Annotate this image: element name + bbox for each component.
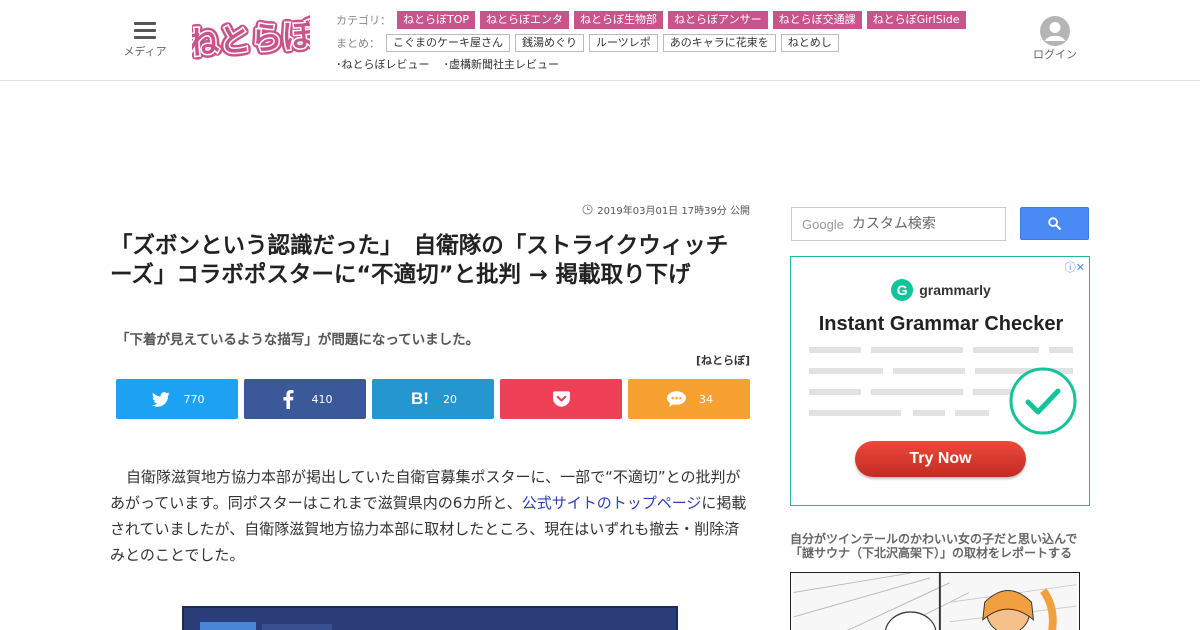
article-poster-image bbox=[182, 606, 678, 630]
review-link-kyoko[interactable]: ･虚構新聞社主レビュー bbox=[444, 56, 560, 72]
article-source: [ねとらぼ] bbox=[695, 354, 750, 367]
article-title: 「ズボンという認識だった」 自衛隊の「ストライクウィッチーズ」コラボポスターに“… bbox=[110, 233, 729, 288]
facebook-share-button[interactable]: 410 bbox=[244, 379, 366, 419]
login-label: ログイン bbox=[1033, 48, 1077, 61]
hatena-bookmark-button[interactable]: B! 20 bbox=[372, 379, 494, 419]
review-nav: ･ねとらぼレビュー ･虚構新聞社主レビュー bbox=[336, 56, 573, 72]
article-subtitle: 「下着が見えているような描写」が問題になっていました。 bbox=[116, 332, 480, 348]
review-link-netorabo[interactable]: ･ねとらぼレビュー bbox=[336, 56, 430, 72]
try-now-button[interactable]: Try Now bbox=[855, 441, 1026, 477]
logo-text: ねとらぼ bbox=[192, 16, 310, 63]
twitter-share-count: 770 bbox=[183, 392, 205, 406]
comment-count: 34 bbox=[699, 392, 713, 406]
twitter-icon bbox=[150, 388, 172, 410]
summary-netomeshi[interactable]: ねとめし bbox=[780, 34, 839, 52]
ad-info-icon[interactable]: ⓘ✕ bbox=[1065, 259, 1085, 275]
hatena-bookmark-icon: B! bbox=[411, 389, 429, 408]
official-site-link[interactable]: 公式サイトのトップページ bbox=[522, 494, 702, 512]
publish-date: 2019年03月01日 17時39分 公開 bbox=[582, 202, 750, 217]
image-detail bbox=[262, 624, 332, 630]
category-girlside[interactable]: ねとらぼGirlSide bbox=[866, 11, 966, 29]
summary-label: まとめ： bbox=[336, 37, 380, 50]
category-enta[interactable]: ねとらぼエンタ bbox=[480, 11, 570, 29]
ad-brand: G grammarly bbox=[791, 279, 1091, 301]
clock-icon bbox=[582, 204, 593, 215]
hatena-bookmark-count: 20 bbox=[443, 392, 457, 406]
search-input[interactable] bbox=[851, 216, 992, 232]
summary-sento[interactable]: 銭湯めぐり bbox=[515, 34, 584, 52]
custom-search-box[interactable]: Google bbox=[791, 207, 1006, 241]
category-seibutsubu[interactable]: ねとらぼ生物部 bbox=[574, 11, 664, 29]
summary-koguma[interactable]: こぐまのケーキ屋さん bbox=[386, 34, 510, 52]
checkmark-icon bbox=[1009, 367, 1077, 435]
grammarly-ad[interactable]: ⓘ✕ G grammarly Instant Grammar Checker T… bbox=[790, 256, 1090, 506]
summary-nav: まとめ： こぐまのケーキ屋さん 銭湯めぐり ルーツレポ あのキャラに花束を ねと… bbox=[336, 33, 844, 53]
login-button[interactable]: ログイン bbox=[1028, 16, 1082, 62]
pocket-save-button[interactable] bbox=[500, 379, 622, 419]
sidebar-article-caption[interactable]: 自分がツインテールのかわいい女の子だと思い込んで「謎サウナ（下北沢高架下）」の取… bbox=[790, 532, 1090, 560]
summary-hanataba[interactable]: あのキャラに花束を bbox=[662, 34, 776, 52]
facebook-share-count: 410 bbox=[311, 392, 333, 406]
hamburger-icon bbox=[134, 22, 156, 39]
summary-roots[interactable]: ルーツレポ bbox=[589, 34, 658, 52]
image-detail bbox=[200, 622, 256, 630]
twitter-share-button[interactable]: 770 bbox=[116, 379, 238, 419]
category-kotsuka[interactable]: ねとらぼ交通課 bbox=[772, 11, 862, 29]
comment-button[interactable]: 34 bbox=[628, 379, 750, 419]
nlab-logo[interactable]: ねとらぼ ねとらぼ ねとらぼ bbox=[192, 14, 310, 64]
media-menu-label: メディア bbox=[123, 45, 167, 58]
category-nav: カテゴリ： ねとらぼTOP ねとらぼエンタ ねとらぼ生物部 ねとらぼアンサー ね… bbox=[336, 10, 971, 30]
sidebar-manga-thumbnail[interactable] bbox=[790, 572, 1080, 630]
site-header: メディア ねとらぼ ねとらぼ ねとらぼ カテゴリ： ねとらぼTOP ねとらぼエン… bbox=[0, 0, 1200, 81]
media-menu-button[interactable]: メディア bbox=[120, 18, 170, 59]
article-body-paragraph: 自衛隊滋賀地方協力本部が掲出していた自衛官募集ポスターに、一部で“不適切”との批… bbox=[110, 464, 752, 568]
category-answer[interactable]: ねとらぼアンサー bbox=[668, 11, 768, 29]
facebook-icon bbox=[278, 388, 300, 410]
ad-brand-name: grammarly bbox=[919, 282, 991, 298]
ad-headline: Instant Grammar Checker bbox=[818, 313, 1064, 335]
search-button[interactable] bbox=[1020, 207, 1089, 240]
pocket-icon bbox=[550, 388, 572, 410]
category-label: カテゴリ： bbox=[336, 14, 391, 27]
grammarly-logo-icon: G bbox=[891, 279, 914, 301]
category-top[interactable]: ねとらぼTOP bbox=[397, 11, 476, 29]
share-buttons: 770 410 B! 20 34 bbox=[116, 379, 750, 419]
comment-icon bbox=[665, 388, 687, 410]
publish-date-text: 2019年03月01日 17時39分 公開 bbox=[597, 206, 750, 217]
google-brand-label: Google bbox=[802, 216, 844, 232]
search-icon bbox=[1048, 217, 1061, 230]
user-avatar-icon bbox=[1040, 16, 1070, 46]
